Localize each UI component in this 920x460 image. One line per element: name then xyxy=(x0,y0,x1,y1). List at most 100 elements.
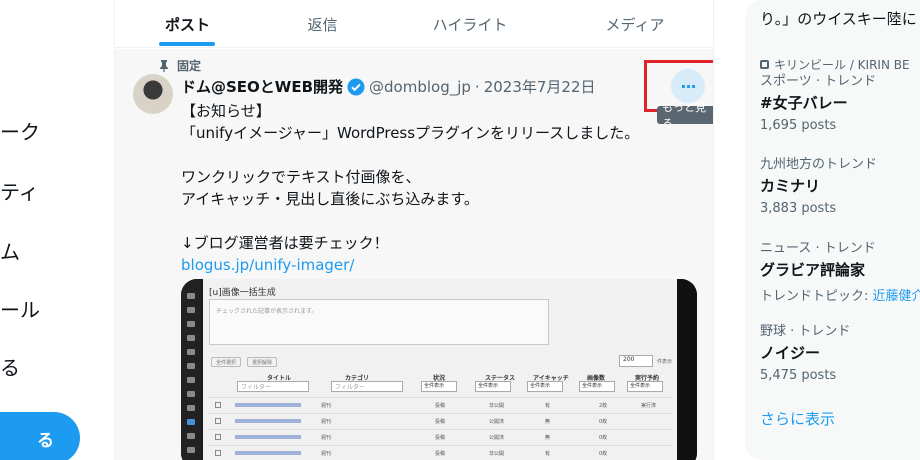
row-state: 投稿 xyxy=(435,403,446,409)
nav-item-fragment[interactable]: ティ xyxy=(0,176,39,205)
row-category: 週刊 xyxy=(321,435,332,441)
tweet-date[interactable]: 2023年7月22日 xyxy=(484,76,596,97)
trend-title: グラビア評論家 xyxy=(760,261,866,279)
nav-item-fragment[interactable]: る xyxy=(0,352,20,381)
row-category: 週刊 xyxy=(321,403,332,409)
table-row: 週刊 投稿 公開済 無 0枚 xyxy=(209,413,671,429)
trend-item[interactable]: ニュース · トレンド グラビア評論家 トレンドトピック: 近藤健介 xyxy=(760,237,920,304)
dot-separator: · xyxy=(474,77,480,96)
trend-item[interactable]: 野球 · トレンド ノイジー 5,475 posts xyxy=(760,320,920,383)
trend-category: 九州地方のトレンド xyxy=(760,157,878,172)
table-row: 週刊 投稿 非公開 有 0枚 xyxy=(209,445,671,460)
pin-icon xyxy=(160,59,168,72)
tweet-line: ↓ブログ運営者は要チェック！ xyxy=(181,234,389,252)
nav-item-fragment[interactable]: ール xyxy=(0,294,40,323)
tweet-link[interactable]: blogus.jp/unify-imager/ xyxy=(181,254,639,276)
eyecatch-dropdown: 全件表示 xyxy=(527,381,563,392)
row-checkbox xyxy=(215,450,221,456)
tweet-line: 「unifyイメージャー」WordPressプラグインをリリースしました。 xyxy=(181,124,640,142)
trend-title: ノイジー xyxy=(760,344,821,362)
per-page-label: 件表示 xyxy=(657,359,673,365)
row-images: 0枚 xyxy=(599,451,608,457)
wp-admin-sidebar xyxy=(181,279,201,460)
row-eyecatch: 有 xyxy=(545,451,551,457)
row-state: 投稿 xyxy=(435,435,446,441)
table-row: 週刊 投稿 非公開 有 2枚 実行済 xyxy=(209,397,671,413)
show-more-link[interactable]: さらに表示 xyxy=(760,408,835,429)
row-checkbox xyxy=(215,418,221,424)
title-filter: フィルター xyxy=(237,381,309,392)
per-page-select: 200 xyxy=(619,355,653,367)
admin-menu-icon xyxy=(187,363,195,369)
images-dropdown: 全件表示 xyxy=(579,381,615,392)
trend-title: #女子バレー xyxy=(760,94,848,112)
trend-count: 5,475 posts xyxy=(760,368,837,383)
pinned-label: 固定 xyxy=(159,57,201,74)
trends-panel: り。」のウイスキー陸に キリンビール / KIRIN BE スポーツ · トレン… xyxy=(745,0,920,460)
verified-badge-icon[interactable] xyxy=(347,78,365,96)
admin-menu-icon xyxy=(187,377,195,383)
tab-media[interactable]: メディア xyxy=(555,0,713,48)
row-status: 公開済 xyxy=(489,435,505,441)
row-checkbox xyxy=(215,402,221,408)
trend-topic-link[interactable]: 近藤健介 xyxy=(873,289,920,304)
row-category: 週刊 xyxy=(321,419,332,425)
avatar[interactable] xyxy=(133,74,173,114)
tweet-line: アイキャッチ・見出し直後にぶち込みます。 xyxy=(181,190,479,208)
trend-category: 野球 · トレンド xyxy=(760,324,851,339)
admin-menu-icon xyxy=(187,405,195,411)
row-checkbox xyxy=(215,434,221,440)
nav-item-fragment[interactable]: ム xyxy=(0,236,20,265)
row-status: 非公開 xyxy=(489,451,505,457)
promoted-icon xyxy=(760,60,769,69)
tweet-media-image[interactable]: [u]画像一括生成 チェックされた記事が表示されます。 全件選択 選択解除 20… xyxy=(181,279,697,460)
author-handle[interactable]: @domblog_jp xyxy=(369,78,471,96)
row-images: 0枚 xyxy=(599,435,608,441)
row-eyecatch: 無 xyxy=(545,435,551,441)
media-dark-edge xyxy=(677,279,697,460)
post-button[interactable]: る xyxy=(0,412,80,460)
trend-category: スポーツ · トレンド xyxy=(760,74,877,89)
promoted-text[interactable]: り。」のウイスキー陸に xyxy=(760,8,917,29)
trend-item[interactable]: 九州地方のトレンド カミナリ 3,883 posts xyxy=(760,153,920,216)
nav-item-fragment[interactable]: ーク xyxy=(0,116,40,145)
row-status: 非公開 xyxy=(489,403,505,409)
row-title-blurred xyxy=(235,419,301,423)
trend-count: 3,883 posts xyxy=(760,201,837,216)
trend-item[interactable]: スポーツ · トレンド #女子バレー 1,695 posts xyxy=(760,70,920,133)
tab-posts[interactable]: ポスト xyxy=(115,0,260,48)
category-filter: フィルター xyxy=(331,381,403,392)
profile-tabs: ポスト 返信 ハイライト メディア xyxy=(115,0,713,48)
row-title-blurred xyxy=(235,403,301,407)
tab-highlights[interactable]: ハイライト xyxy=(385,0,555,48)
row-category: 週刊 xyxy=(321,451,332,457)
select-all-button: 全件選択 xyxy=(211,357,242,367)
plugin-screen: [u]画像一括生成 チェックされた記事が表示されます。 全件選択 選択解除 20… xyxy=(203,279,677,460)
tweet-line: ワンクリックでテキスト付画像を、 xyxy=(181,168,421,186)
tab-replies[interactable]: 返信 xyxy=(260,0,385,48)
active-tab-indicator xyxy=(159,42,215,46)
pinned-tweet[interactable]: 固定 ドム@SEOとWEB開発 @domblog_jp · 2023年7月22日… xyxy=(115,49,713,460)
admin-menu-icon xyxy=(187,293,195,299)
tweet-line: 【お知らせ】 xyxy=(181,102,271,120)
row-status: 公開済 xyxy=(489,419,505,425)
table-row: 週刊 投稿 公開済 無 0枚 xyxy=(209,429,671,445)
pinned-text: 固定 xyxy=(177,59,202,73)
row-eyecatch: 有 xyxy=(545,403,551,409)
more-tooltip: もっと見る xyxy=(657,101,713,130)
scheduled-dropdown: 全件表示 xyxy=(627,381,663,392)
plugin-title: [u]画像一括生成 xyxy=(209,288,276,298)
author-name[interactable]: ドム@SEOとWEB開発 xyxy=(181,76,343,97)
tweet-text: 【お知らせ】 「unifyイメージャー」WordPressプラグインをリリースし… xyxy=(181,100,639,276)
row-state: 投稿 xyxy=(435,419,446,425)
trend-category: ニュース · トレンド xyxy=(760,241,876,256)
admin-menu-icon xyxy=(187,433,195,439)
trend-count: 1,695 posts xyxy=(760,118,837,133)
row-scheduled: 実行済 xyxy=(641,403,657,409)
tweet-header: ドム@SEOとWEB開発 @domblog_jp · 2023年7月22日 xyxy=(181,76,596,97)
row-title-blurred xyxy=(235,451,301,455)
admin-menu-icon xyxy=(187,391,195,397)
deselect-button: 選択解除 xyxy=(247,357,278,367)
